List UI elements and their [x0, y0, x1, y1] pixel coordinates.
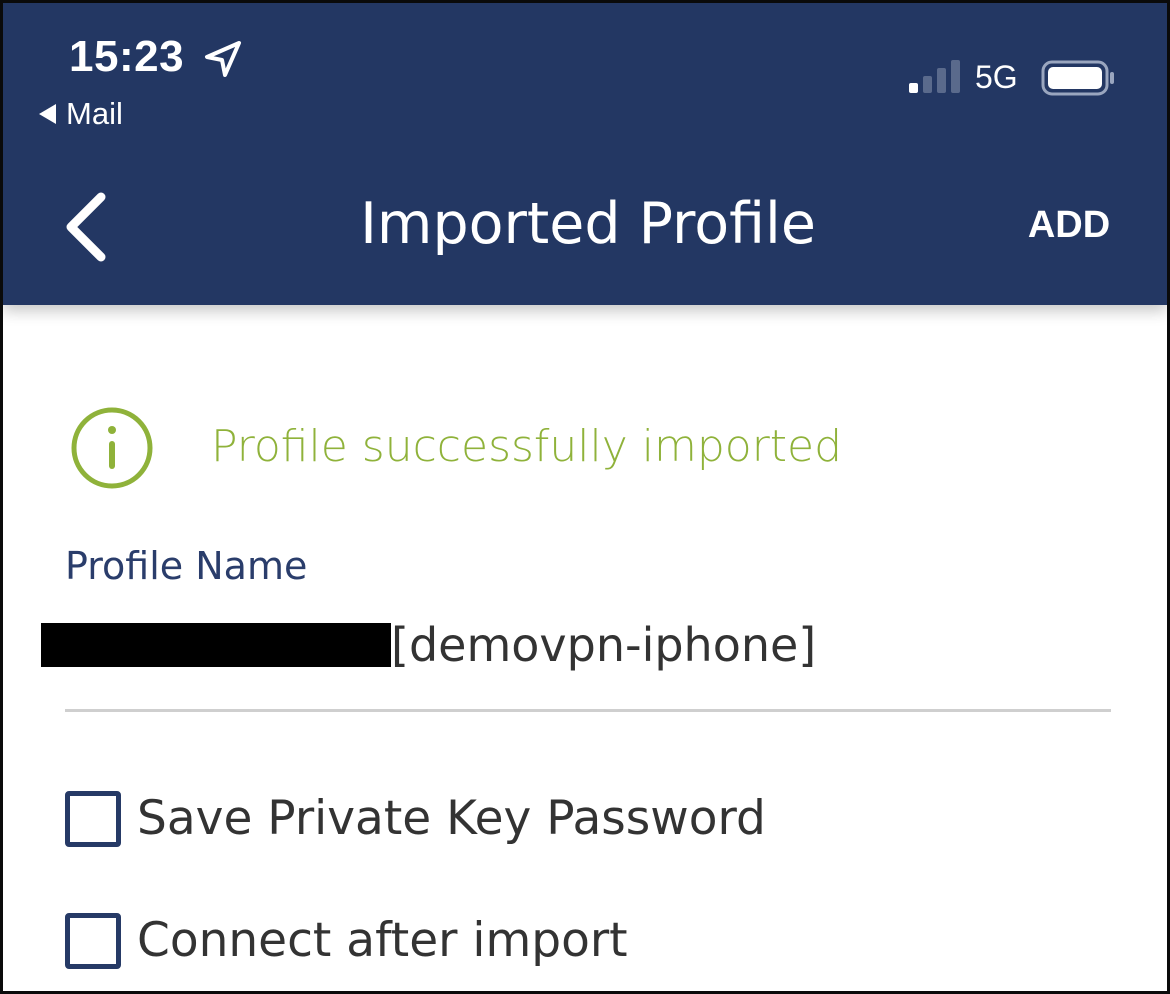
app-header: 15:23 Mail 5G Imported Profile ADD	[3, 3, 1167, 305]
back-to-app-button[interactable]: Mail	[39, 97, 123, 131]
status-time: 15:23	[69, 32, 185, 81]
import-success-notice: Profile successfully imported	[69, 405, 842, 491]
network-type: 5G	[975, 59, 1018, 95]
save-private-key-password-checkbox[interactable]	[65, 791, 121, 847]
page-title: Imported Profile	[360, 191, 816, 257]
battery-icon	[1041, 60, 1114, 96]
profile-name-underline	[65, 709, 1111, 712]
info-icon	[71, 407, 153, 489]
profile-name-field[interactable]: [demovpn-iphone]	[41, 615, 1111, 677]
notice-text: Profile successfully imported	[211, 421, 843, 472]
connect-after-import-label: Connect after import	[137, 913, 628, 968]
cellular-signal-icon	[909, 60, 960, 93]
redaction-block	[41, 623, 391, 667]
profile-name-value: [demovpn-iphone]	[391, 618, 817, 672]
location-arrow-icon	[205, 41, 241, 77]
save-private-key-password-label: Save Private Key Password	[137, 791, 766, 846]
back-triangle-icon	[39, 104, 56, 124]
back-to-app-label: Mail	[66, 96, 123, 131]
connect-after-import-checkbox[interactable]	[65, 913, 121, 969]
profile-name-label: Profile Name	[65, 544, 308, 588]
connect-after-import-option[interactable]: Connect after import	[65, 913, 628, 969]
screen: 15:23 Mail 5G Imported Profile ADD Profi…	[0, 0, 1170, 994]
chevron-left-icon[interactable]	[59, 191, 115, 263]
add-button[interactable]: ADD	[999, 203, 1139, 247]
save-private-key-password-option[interactable]: Save Private Key Password	[65, 791, 766, 847]
